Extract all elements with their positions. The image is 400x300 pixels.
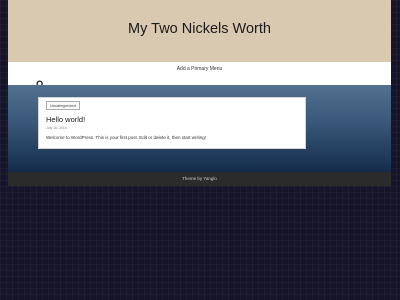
post-card: Uncategorized Hello world! July 16, 2016… <box>38 97 306 149</box>
site-header: My Two Nickels Worth <box>8 0 391 62</box>
footer-credit[interactable]: Theme by Yanglo <box>8 176 391 182</box>
search-row <box>8 78 391 85</box>
category-badge[interactable]: Uncategorized <box>46 101 80 110</box>
site-container: My Two Nickels Worth Add a Primary Menu … <box>8 0 391 186</box>
post-title[interactable]: Hello world! <box>46 115 85 124</box>
site-title[interactable]: My Two Nickels Worth <box>8 20 391 38</box>
site-footer: Theme by Yanglo <box>8 172 391 186</box>
search-icon[interactable] <box>36 76 45 89</box>
primary-navigation: Add a Primary Menu <box>8 62 391 78</box>
content-area: Uncategorized Hello world! July 16, 2016… <box>8 85 391 172</box>
add-primary-menu-link[interactable]: Add a Primary Menu <box>8 66 391 73</box>
post-date[interactable]: July 16, 2016 <box>46 126 67 130</box>
post-excerpt: Welcome to WordPress. This is your first… <box>46 135 207 140</box>
